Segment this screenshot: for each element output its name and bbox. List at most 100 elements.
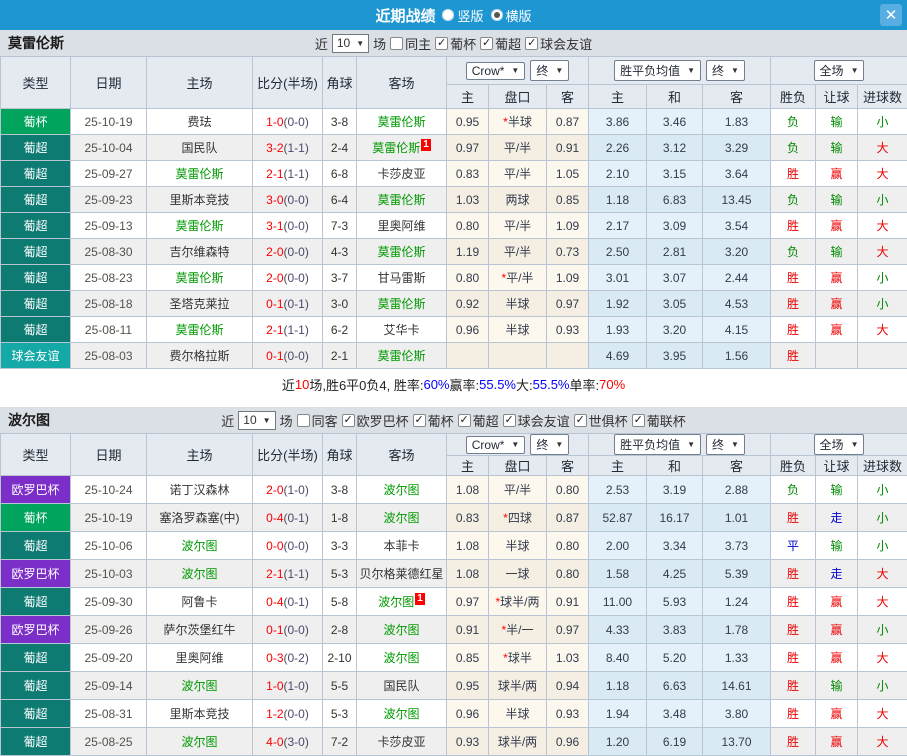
- odds-source-dropdown[interactable]: Crow*▼: [466, 62, 526, 80]
- corner-cell: 2-4: [323, 135, 357, 161]
- team-name-text: 波尔图: [181, 735, 217, 749]
- table-row: 葡超25-09-23里斯本竞技3-0(0-0)6-4莫雷伦斯1.03两球0.85…: [1, 187, 907, 213]
- match-type-badge: 葡超: [1, 135, 71, 161]
- mean-odds-cell: 3.34: [647, 532, 703, 560]
- checkbox[interactable]: ✓: [435, 37, 448, 50]
- mean-odds-cell: 3.19: [647, 476, 703, 504]
- chevron-down-icon: ▼: [731, 66, 739, 75]
- filter-prefix-label: 近: [221, 411, 234, 430]
- result-cell: 输: [816, 239, 858, 265]
- fulltime-score: 0-1: [266, 623, 283, 637]
- result-cell: 大: [858, 317, 907, 343]
- mean-odds-cell: 3.48: [647, 700, 703, 728]
- sub-column-header: 主: [589, 456, 647, 476]
- mean-final-dropdown[interactable]: 终▼: [706, 434, 745, 455]
- mean-odds-cell: 3.54: [703, 213, 771, 239]
- mean-odds-cell: 1.20: [589, 728, 647, 756]
- radio-icon[interactable]: [491, 9, 503, 21]
- checkbox[interactable]: ✓: [574, 414, 587, 427]
- checkbox[interactable]: ✓: [413, 414, 426, 427]
- match-date: 25-08-18: [71, 291, 147, 317]
- odds-cell: 0.91: [447, 616, 489, 644]
- checkbox[interactable]: ✓: [458, 414, 471, 427]
- scope-dropdown[interactable]: 全场▼: [814, 60, 865, 81]
- odds-cell: 1.08: [447, 560, 489, 588]
- dropdown-label: 全场: [820, 62, 844, 79]
- result-cell: 赢: [816, 588, 858, 616]
- mean-odds-cell: 6.63: [647, 672, 703, 700]
- odds-cell: 0.92: [447, 291, 489, 317]
- score-cell: 2-0(1-0): [253, 476, 323, 504]
- mean-dropdown[interactable]: 胜平负均值▼: [614, 434, 701, 455]
- section-gap: [0, 399, 907, 407]
- summary-segment: 60%: [423, 377, 449, 392]
- summary-segment: 10: [295, 377, 309, 392]
- score-cell: 2-1(1-1): [253, 560, 323, 588]
- score-cell: 0-4(0-1): [253, 588, 323, 616]
- result-cell: 大: [858, 700, 907, 728]
- radio-label-horizontal: 横版: [506, 6, 532, 25]
- handicap-star-icon: *: [503, 651, 508, 665]
- odds-cell: 0.83: [447, 504, 489, 532]
- table-row: 葡超25-09-13莫雷伦斯3-1(0-0)7-3里奥阿维0.80平/半1.09…: [1, 213, 907, 239]
- checkbox[interactable]: ✓: [503, 414, 516, 427]
- odds-source-dropdown[interactable]: Crow*▼: [466, 436, 526, 454]
- mean-odds-cell: 11.00: [589, 588, 647, 616]
- filter-bar: 莫雷伦斯近10▼场同主✓葡杯✓葡超✓球会友谊: [0, 30, 907, 56]
- checkbox[interactable]: ✓: [342, 414, 355, 427]
- halftime-score: (0-0): [284, 539, 309, 553]
- team-cell: 波尔图1: [357, 588, 447, 616]
- match-date: 25-08-25: [71, 728, 147, 756]
- result-cell: [816, 343, 858, 369]
- layout-radio-vertical[interactable]: 竖版: [442, 6, 483, 25]
- team-cell: 里奥阿维: [357, 213, 447, 239]
- chevron-down-icon: ▼: [851, 440, 859, 449]
- mean-dropdown[interactable]: 胜平负均值▼: [614, 60, 701, 81]
- checkbox[interactable]: ✓: [632, 414, 645, 427]
- team-name-text: 波尔图: [383, 511, 419, 525]
- team-cell: 波尔图: [357, 504, 447, 532]
- match-date: 25-10-24: [71, 476, 147, 504]
- match-date: 25-10-04: [71, 135, 147, 161]
- result-cell: 走: [816, 504, 858, 532]
- chevron-down-icon: ▼: [356, 39, 364, 48]
- mean-final-dropdown[interactable]: 终▼: [706, 60, 745, 81]
- checkbox[interactable]: [297, 414, 310, 427]
- checkbox[interactable]: ✓: [480, 37, 493, 50]
- halftime-score: (0-1): [284, 511, 309, 525]
- mean-odds-cell: 52.87: [589, 504, 647, 532]
- fulltime-score: 1-2: [266, 707, 283, 721]
- team-name-text: 艾华卡: [383, 323, 419, 337]
- close-icon[interactable]: ✕: [880, 4, 902, 26]
- scope-dropdown[interactable]: 全场▼: [814, 434, 865, 455]
- score-cell: 0-1(0-0): [253, 616, 323, 644]
- layout-radio-horizontal[interactable]: 横版: [491, 6, 532, 25]
- checkbox-label: 葡超: [495, 34, 521, 53]
- radio-icon[interactable]: [442, 9, 454, 21]
- odds-cell: [447, 343, 489, 369]
- odds-final-dropdown[interactable]: 终▼: [530, 434, 569, 455]
- checkbox[interactable]: [390, 37, 403, 50]
- odds-cell: 0.97: [547, 616, 589, 644]
- result-cell: 小: [858, 616, 907, 644]
- summary-segment: 55.5%: [533, 377, 570, 392]
- team-cell: 莫雷伦斯: [147, 161, 253, 187]
- team-cell: 艾华卡: [357, 317, 447, 343]
- team-name-text: 莫雷伦斯: [377, 245, 425, 259]
- corner-cell: 7-3: [323, 213, 357, 239]
- recent-count-select[interactable]: 10▼: [238, 411, 275, 430]
- checkbox[interactable]: ✓: [525, 37, 538, 50]
- team-name-text: 莫雷伦斯: [377, 349, 425, 363]
- sub-column-header: 和: [647, 85, 703, 109]
- checkbox-label: 球会友谊: [518, 411, 570, 430]
- odds-final-dropdown[interactable]: 终▼: [530, 60, 569, 81]
- filter-option: ✓葡联杯: [632, 411, 686, 430]
- team-cell: 莫雷伦斯: [357, 187, 447, 213]
- fulltime-score: 3-1: [266, 219, 283, 233]
- match-date: 25-08-23: [71, 265, 147, 291]
- recent-count-select[interactable]: 10▼: [332, 34, 369, 53]
- score-cell: 3-1(0-0): [253, 213, 323, 239]
- odds-cell: 0.97: [547, 291, 589, 317]
- result-cell: 平: [771, 532, 816, 560]
- result-cell: [858, 343, 907, 369]
